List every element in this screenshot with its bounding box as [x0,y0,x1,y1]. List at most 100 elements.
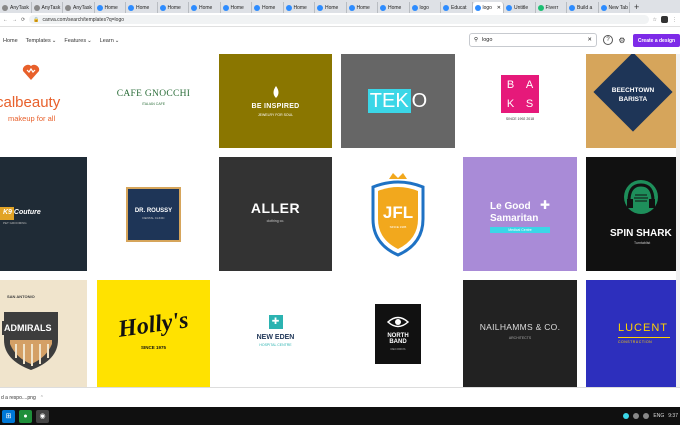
address-bar: ← → ⟳ 🔒 canva.com/search/templates?q=log… [0,13,680,27]
teko-part2: O [411,90,428,112]
browser-tab[interactable]: Home [95,2,126,13]
create-design-button[interactable]: Create a design [633,34,680,47]
nav-learn[interactable]: Learn ⌄ [100,38,120,44]
network-icon[interactable] [633,413,640,419]
browser-tab[interactable]: Fiverr [536,2,567,13]
k9-name: K9 Couture [3,209,41,216]
browser-tab[interactable]: AnyTask [63,2,95,13]
template-north-band[interactable]: NORTH BAND RECORDS [341,280,455,387]
url-field[interactable]: 🔒 canva.com/search/templates?q=logo [29,15,649,24]
template-teko[interactable]: TEK O [341,54,455,148]
template-new-eden[interactable]: ✚ NEW EDEN HOSPITAL CENTRE [219,280,332,387]
favicon-icon [317,4,323,11]
template-k9-couture[interactable]: K9 Couture PET GROOMING [0,157,87,271]
help-button[interactable]: ? [603,35,613,45]
tab-label: logo [419,4,429,11]
samaritan-line2: Samaritan [490,213,539,224]
browser-tab[interactable]: Home [221,2,252,13]
clock[interactable]: 9:37 [668,413,678,419]
template-aller[interactable]: ALLER clothing co. [219,157,332,271]
tab-label: Home [167,4,181,11]
browser-tab[interactable]: logo [410,2,441,13]
skype-icon[interactable] [623,413,630,419]
nav-features[interactable]: Features ⌄ [64,38,91,44]
browser-tab[interactable]: Home [378,2,410,13]
menu-icon[interactable]: ⋮ [672,17,677,23]
page-scrollbar[interactable] [676,54,680,387]
template-nailhamms[interactable]: NAILHAMMS & CO. ARCHITECTS [463,280,577,387]
template-lucent[interactable]: LUCENT CONSTRUCTION [586,280,680,387]
search-input[interactable]: logo [482,37,583,43]
template-admirals[interactable]: SAN ANTONIO ADMIRALS [0,280,87,387]
new-eden-sub: HOSPITAL CENTRE [259,342,292,347]
browser-tab[interactable]: logo ✕ [472,2,504,13]
reload-icon[interactable]: ⟳ [21,17,25,23]
template-baks[interactable]: BAKS SINCE 1992 2018 [463,54,577,148]
browser-tab[interactable]: Home [126,2,158,13]
template-dr-roussy[interactable]: DR. ROUSSY DENTAL CLINIC [97,157,210,271]
screen: AnyTask AnyTask AnyTask Home Home Home Home Hom… [0,0,680,425]
nailhamms-name: NAILHAMMS & CO. [479,321,561,332]
template-le-good-samaritan[interactable]: Le Good ✚ Samaritan Medical Centre [463,157,577,271]
lucent-rule [618,337,670,338]
template-spin-shark[interactable]: SPIN SHARK Turntablist [586,157,680,271]
language-indicator[interactable]: ENG [653,413,664,419]
chrome-icon[interactable]: ◉ [36,409,49,423]
nav-home[interactable]: Home [3,38,18,44]
template-cafe-gnocchi[interactable]: CAFE GNOCCHI ITALIAN CAFE [97,54,210,148]
favicon-icon [600,4,607,11]
dr-roussy-sub: DENTAL CLINIC [142,216,165,220]
volume-icon[interactable] [643,413,650,419]
tab-label: Home [388,4,402,11]
spin-shark-sub: Turntablist [634,241,651,245]
star-icon[interactable]: ☆ [653,17,657,23]
favicon-icon [348,4,355,11]
cafe-gnocchi-name: CAFE GNOCCHI [116,88,191,99]
template-hollys[interactable]: Holly's SINCE 1975 [97,280,210,387]
settings-gear-icon[interactable]: ⚙ [617,35,627,45]
chevron-up-icon[interactable]: ⌃ [40,395,44,401]
download-file[interactable]: d a respo....png [1,395,36,401]
forward-icon[interactable]: → [12,17,17,23]
browser-tab[interactable]: Build a [567,2,599,13]
baks-letter: K [506,97,515,110]
dr-roussy-name: DR. ROUSSY [134,208,173,214]
browser-tab[interactable]: Home [189,2,221,13]
template-calbeauty[interactable]: calbeauty makeup for all [0,54,87,148]
north-band-box: NORTH BAND RECORDS [375,303,421,364]
extension-icon[interactable] [661,16,668,23]
app-icon[interactable]: ● [19,409,32,423]
browser-tab[interactable]: Home [158,2,189,13]
nav-templates[interactable]: Templates ⌄ [26,38,57,44]
nav-templates-label: Templates [25,37,51,44]
browser-tab[interactable]: Home [315,2,347,13]
browser-tab[interactable]: AnyTask [32,2,63,13]
browser-tab[interactable]: Untitle [504,2,536,13]
new-tab-button[interactable]: + [630,2,643,13]
new-eden-icon: ✚ [268,314,283,329]
browser-tab[interactable]: Home [347,2,378,13]
browser-tab[interactable]: AnyTask [0,2,32,13]
baks-box: BAKS [501,75,539,113]
aller-name: ALLER [250,199,301,216]
browser-tab[interactable]: Home [284,2,315,13]
favicon-icon [2,4,8,11]
start-windows-icon[interactable]: ⊞ [2,409,15,423]
favicon-icon [411,4,418,11]
browser-tab[interactable]: Home [252,2,284,13]
browser-tab[interactable]: New Tab [599,2,630,13]
back-icon[interactable]: ← [3,17,8,23]
browser-tab[interactable]: Educat [441,2,473,13]
template-jfl[interactable]: JFL SINCE 1995 [341,157,455,271]
north-band-sub: RECORDS [390,347,406,351]
tab-label: Educat [451,4,467,11]
search-box[interactable]: ⚲ logo ✕ [469,33,597,47]
dr-roussy-box: DR. ROUSSY DENTAL CLINIC [126,186,181,242]
download-bar: d a respo....png ⌃ [0,387,680,407]
tab-close-icon[interactable]: ✕ [497,5,501,11]
template-be-inspired[interactable]: BE INSPIRED JEWELRY FOR SOUL [219,54,332,148]
template-beechtown-barista[interactable]: BEECHTOWN BARISTA [586,54,680,148]
be-inspired-name: BE INSPIRED [251,102,300,110]
clear-icon[interactable]: ✕ [587,37,592,43]
favicon-icon [285,4,292,11]
